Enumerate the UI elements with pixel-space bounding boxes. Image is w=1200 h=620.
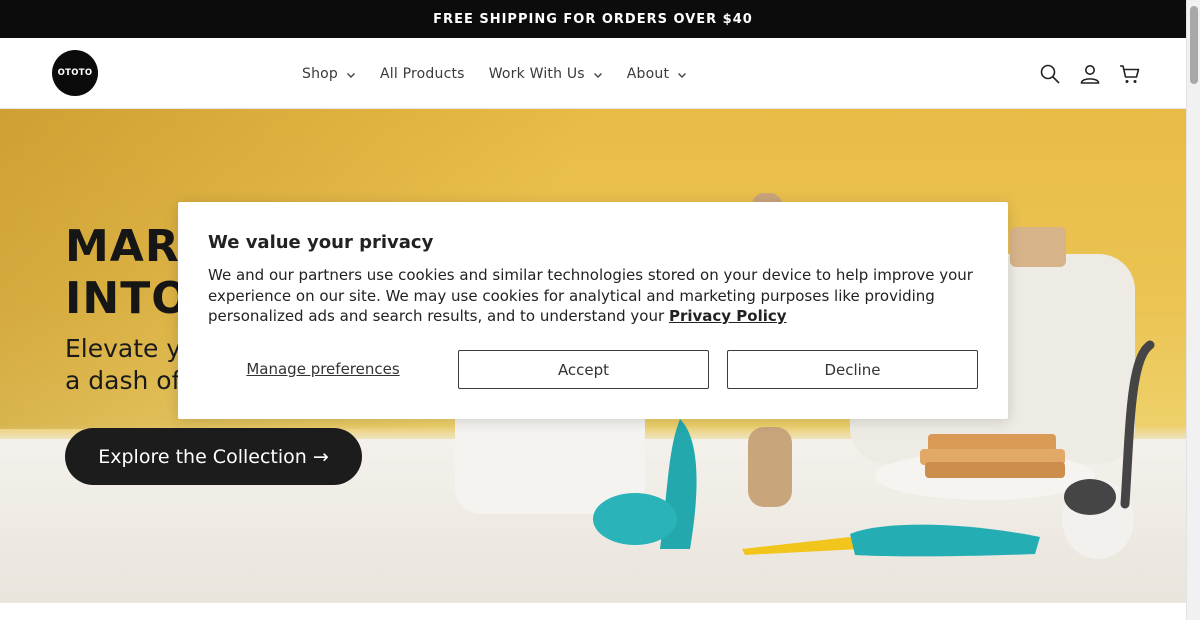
- account-icon[interactable]: [1078, 62, 1102, 86]
- cookie-consent-dialog: We value your privacy We and our partner…: [178, 202, 1008, 419]
- manage-preferences-link[interactable]: Manage preferences: [208, 350, 438, 388]
- nav-shop-label: Shop: [302, 65, 339, 82]
- main-nav: Shop All Products Work With Us About: [290, 38, 699, 109]
- header-icons: [1038, 38, 1142, 109]
- hero-subtitle: Elevate y a dash of: [65, 333, 181, 397]
- cart-icon[interactable]: [1118, 62, 1142, 86]
- nav-all-products[interactable]: All Products: [380, 66, 465, 82]
- nav-all-products-label: All Products: [380, 65, 465, 82]
- hero-subtitle-line1: Elevate y: [65, 334, 182, 363]
- page-scrollbar[interactable]: [1186, 0, 1200, 620]
- accept-button[interactable]: Accept: [458, 350, 709, 389]
- scrollbar-thumb[interactable]: [1190, 6, 1198, 84]
- privacy-policy-link[interactable]: Privacy Policy: [669, 307, 787, 325]
- announcement-bar: FREE SHIPPING FOR ORDERS OVER $40: [0, 0, 1186, 38]
- nav-shop[interactable]: Shop: [302, 66, 356, 82]
- hero-subtitle-line2: a dash of: [65, 366, 181, 395]
- nav-about-label: About: [626, 65, 670, 82]
- decline-button[interactable]: Decline: [727, 350, 978, 389]
- search-icon[interactable]: [1038, 62, 1062, 86]
- site-header: OTOTO Shop All Products Work With Us Abo…: [0, 38, 1186, 109]
- explore-collection-button[interactable]: Explore the Collection →: [65, 428, 362, 485]
- explore-collection-label: Explore the Collection →: [98, 445, 329, 468]
- nav-about[interactable]: About: [627, 66, 687, 82]
- nav-work-with-us[interactable]: Work With Us: [489, 66, 603, 82]
- cookie-dialog-title: We value your privacy: [208, 232, 434, 253]
- cookie-dialog-body: We and our partners use cookies and simi…: [208, 265, 988, 327]
- chevron-down-icon: [593, 72, 602, 78]
- logo-text: OTOTO: [57, 68, 93, 78]
- logo[interactable]: OTOTO: [52, 50, 98, 96]
- nav-work-with-us-label: Work With Us: [488, 65, 585, 82]
- chevron-down-icon: [347, 72, 356, 78]
- announcement-text: FREE SHIPPING FOR ORDERS OVER $40: [433, 11, 753, 27]
- cookie-dialog-text: We and our partners use cookies and simi…: [208, 266, 973, 325]
- chevron-down-icon: [678, 72, 687, 78]
